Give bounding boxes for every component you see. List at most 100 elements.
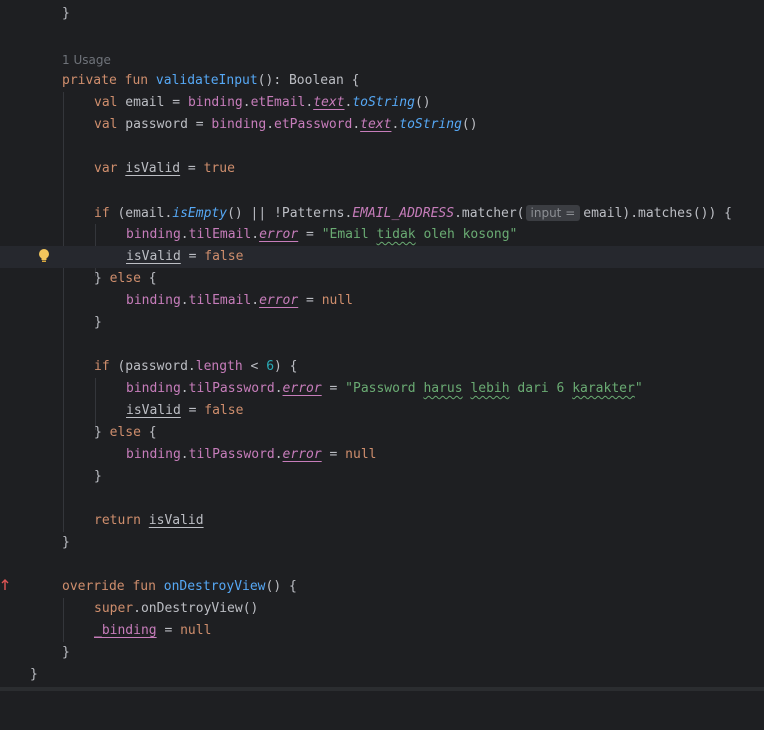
keyword-token: if bbox=[94, 359, 110, 374]
code-token: email = bbox=[117, 95, 188, 110]
code-line[interactable]: binding.tilEmail.error = "Email tidak ol… bbox=[0, 224, 764, 246]
parameter-hint: input = bbox=[525, 205, 581, 221]
keyword-token: else bbox=[109, 425, 141, 440]
code-line[interactable]: binding.tilPassword.error = "Password ha… bbox=[0, 378, 764, 400]
code-token: password = bbox=[117, 117, 212, 132]
code-token: } bbox=[62, 6, 70, 21]
property-token: text bbox=[360, 117, 392, 132]
code-line[interactable]: binding.tilEmail.error = null bbox=[0, 290, 764, 312]
code-line[interactable]: val password = binding.etPassword.text.t… bbox=[0, 114, 764, 136]
property-token: error bbox=[259, 293, 299, 308]
keyword-token: null bbox=[345, 447, 377, 462]
code-token: .onDestroyView() bbox=[133, 601, 259, 616]
string-token: harus bbox=[423, 381, 463, 396]
code-line[interactable]: if (password.length < 6) { bbox=[0, 356, 764, 378]
property-token: _binding bbox=[94, 623, 157, 638]
code-token: = bbox=[298, 227, 322, 242]
keyword-token: null bbox=[180, 623, 212, 638]
code-line[interactable]: } bbox=[0, 664, 764, 686]
code-line[interactable]: } bbox=[0, 642, 764, 664]
string-token: oleh kosong" bbox=[415, 227, 518, 242]
keyword-token: null bbox=[321, 293, 354, 308]
property-token: length bbox=[195, 359, 243, 374]
code-line[interactable]: if (email.isEmpty() || !Patterns.EMAIL_A… bbox=[0, 202, 764, 224]
property-token: error bbox=[282, 447, 322, 462]
keyword-token: return bbox=[94, 513, 141, 528]
property-token: binding bbox=[211, 117, 267, 132]
property-token: binding bbox=[187, 95, 243, 110]
lightbulb-icon[interactable] bbox=[37, 248, 51, 264]
code-token: . bbox=[180, 447, 189, 462]
code-token: = bbox=[298, 293, 322, 308]
code-token: email).matches()) { bbox=[583, 206, 732, 221]
function-name-token: isEmpty bbox=[172, 206, 228, 221]
code-token: } bbox=[94, 425, 110, 440]
code-token: = bbox=[321, 447, 346, 462]
code-editor[interactable]: } 1 Usage private fun validateInput(): B… bbox=[0, 0, 764, 691]
keyword-token: val bbox=[94, 95, 118, 110]
variable-token: isValid bbox=[126, 249, 181, 264]
number-token: 6 bbox=[266, 359, 275, 374]
property-token: text bbox=[313, 95, 345, 110]
code-token: () bbox=[414, 95, 431, 110]
string-token: lebih bbox=[470, 381, 510, 396]
function-name-token: onDestroyView bbox=[163, 579, 266, 594]
code-token: . bbox=[266, 117, 275, 132]
function-name-token: validateInput bbox=[155, 73, 258, 88]
keyword-token: val bbox=[94, 117, 118, 132]
code-token: = bbox=[156, 623, 181, 638]
code-token: . bbox=[180, 227, 189, 242]
code-line[interactable]: } bbox=[0, 532, 764, 554]
property-token: binding bbox=[126, 381, 181, 396]
keyword-token: private fun bbox=[62, 73, 149, 88]
code-token: (password. bbox=[109, 359, 196, 374]
property-token: etPassword bbox=[274, 117, 353, 132]
code-token: () bbox=[461, 117, 478, 132]
string-token: "Password bbox=[345, 381, 424, 396]
usages-hint[interactable]: 1 Usage bbox=[62, 50, 111, 70]
code-line[interactable]: binding.tilPassword.error = null bbox=[0, 444, 764, 466]
code-line[interactable]: private fun validateInput(): Boolean { bbox=[0, 70, 764, 92]
code-token: { bbox=[140, 425, 157, 440]
property-token: error bbox=[282, 381, 322, 396]
code-token: } bbox=[62, 645, 70, 660]
string-token: " bbox=[634, 381, 643, 396]
code-line[interactable]: return isValid bbox=[0, 510, 764, 532]
code-line[interactable]: _binding = null bbox=[0, 620, 764, 642]
code-line[interactable]: super.onDestroyView() bbox=[0, 598, 764, 620]
code-token: = bbox=[180, 249, 205, 264]
property-token: error bbox=[259, 227, 299, 242]
code-token: . bbox=[274, 381, 283, 396]
code-line[interactable]: override fun onDestroyView() { bbox=[0, 576, 764, 598]
code-line[interactable]: } else { bbox=[0, 268, 764, 290]
code-token: .matcher( bbox=[454, 206, 525, 221]
code-token: } bbox=[30, 667, 38, 682]
code-line[interactable]: } bbox=[0, 312, 764, 334]
string-token: karakter bbox=[572, 381, 635, 396]
code-token: . bbox=[180, 381, 189, 396]
keyword-token: var bbox=[94, 161, 118, 176]
override-gutter-icon[interactable] bbox=[0, 578, 10, 592]
code-token: = bbox=[180, 161, 204, 176]
code-token: } bbox=[62, 535, 70, 550]
code-line[interactable]: } bbox=[0, 3, 764, 25]
constant-token: EMAIL_ADDRESS bbox=[352, 206, 455, 221]
code-line[interactable]: var isValid = true bbox=[0, 158, 764, 180]
code-token: = bbox=[321, 381, 346, 396]
code-token: } bbox=[94, 271, 110, 286]
code-line[interactable]: } else { bbox=[0, 422, 764, 444]
code-line[interactable]: isValid = false bbox=[0, 400, 764, 422]
keyword-token: true bbox=[203, 161, 235, 176]
keyword-token: if bbox=[94, 206, 110, 221]
variable-token: isValid bbox=[125, 161, 181, 176]
code-line-current[interactable]: isValid = false bbox=[0, 246, 764, 268]
code-line[interactable]: } bbox=[0, 466, 764, 488]
function-name-token: toString bbox=[352, 95, 415, 110]
code-token: } bbox=[94, 315, 102, 330]
keyword-token: false bbox=[204, 403, 244, 418]
property-token: binding bbox=[126, 227, 181, 242]
string-token: dari 6 bbox=[509, 381, 573, 396]
code-line[interactable]: val email = binding.etEmail.text.toStrin… bbox=[0, 92, 764, 114]
